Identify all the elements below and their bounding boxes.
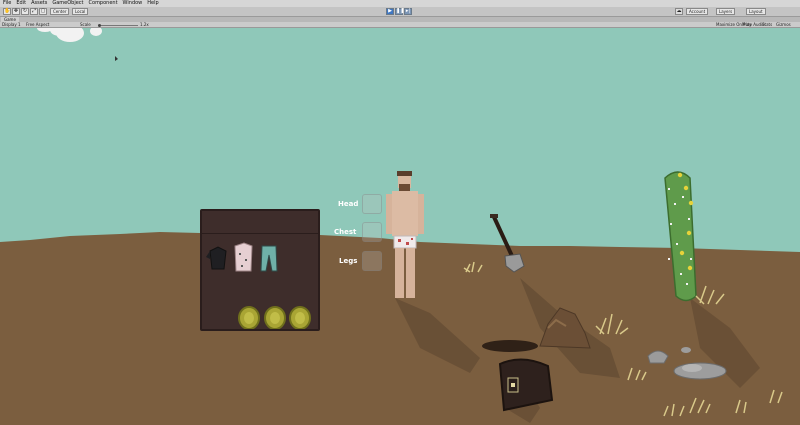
- desert-scene: [0, 28, 800, 425]
- menu-component[interactable]: Component: [89, 0, 118, 7]
- cloud-icon[interactable]: ☁: [675, 8, 683, 15]
- menu-assets[interactable]: Assets: [31, 0, 47, 7]
- pants-item-teal: [260, 245, 278, 272]
- scale-slider[interactable]: [98, 24, 138, 27]
- game-view[interactable]: Head Chest Legs: [0, 28, 800, 425]
- pause-icon[interactable]: ❚❚: [395, 8, 404, 15]
- main-toolbar: ✋ ✥ ↻ ⤢ ▢ Center Local ▶ ❚❚ ▸| ☁ Account…: [0, 7, 800, 17]
- rotate-icon[interactable]: ↻: [21, 8, 29, 15]
- head-slot-label: Head: [338, 200, 359, 208]
- menu-window[interactable]: Window: [123, 0, 143, 7]
- layout-dropdown[interactable]: Layout: [746, 8, 766, 15]
- step-icon[interactable]: ▸|: [404, 8, 412, 15]
- coin-slot-3: [289, 306, 311, 329]
- coin-slot-2: [264, 306, 286, 329]
- pivot-toggle[interactable]: Center: [50, 8, 70, 15]
- menu-file[interactable]: File: [3, 0, 11, 7]
- account-dropdown[interactable]: Account: [686, 8, 709, 15]
- legs-equip-slot[interactable]: [362, 251, 382, 271]
- menu-bar: File Edit Assets GameObject Component Wi…: [0, 0, 800, 7]
- menu-gameobject[interactable]: GameObject: [52, 0, 83, 7]
- chest-slot-label: Chest: [334, 228, 357, 236]
- space-toggle[interactable]: Local: [72, 8, 89, 15]
- mouse-cursor-icon: [115, 56, 118, 61]
- shirt-item-pink: [234, 242, 253, 272]
- legs-slot-label: Legs: [339, 257, 358, 265]
- move-icon[interactable]: ✥: [12, 8, 20, 15]
- treasure-chest-sprite: [498, 358, 554, 412]
- rect-icon[interactable]: ▢: [39, 8, 47, 15]
- chest-equip-slot[interactable]: [362, 222, 382, 242]
- menu-help[interactable]: Help: [147, 0, 158, 7]
- play-icon[interactable]: ▶: [386, 8, 394, 15]
- hand-icon[interactable]: ✋: [3, 8, 11, 15]
- scale-icon[interactable]: ⤢: [30, 8, 38, 15]
- shirt-item-dark: [206, 246, 227, 270]
- dug-hole: [482, 340, 538, 352]
- menu-edit[interactable]: Edit: [16, 0, 26, 7]
- coin-slot-1: [238, 306, 260, 329]
- head-equip-slot[interactable]: [362, 194, 382, 214]
- layers-dropdown[interactable]: Layers: [716, 8, 736, 15]
- inventory-panel: [200, 209, 320, 331]
- inventory-items: [206, 242, 311, 329]
- cloud-sprite: [37, 28, 102, 42]
